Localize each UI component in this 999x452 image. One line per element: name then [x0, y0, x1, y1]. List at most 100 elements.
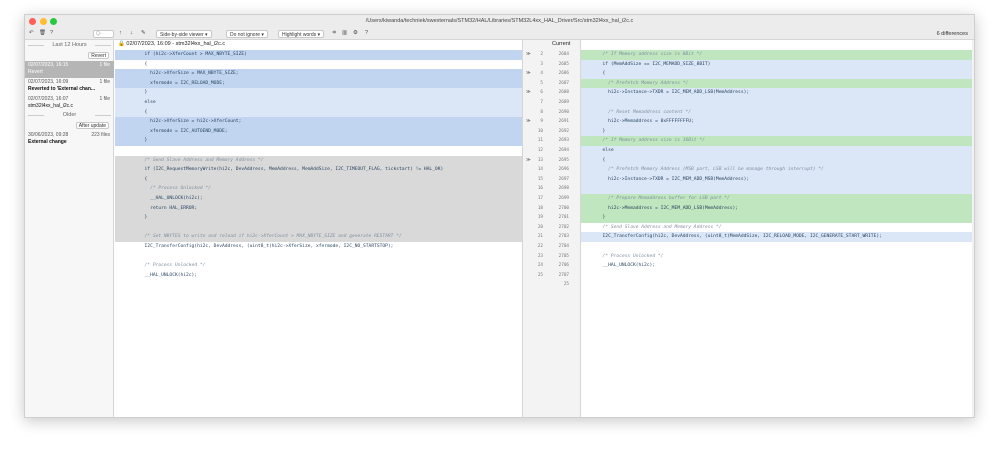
chevron-down-icon: ▾	[205, 31, 208, 38]
code-line: /* Process Unlocked */	[597, 253, 664, 259]
apply-change-icon[interactable]: ≫	[526, 88, 531, 98]
entry-file-count: 1 file	[99, 96, 110, 102]
ignore-mode-label: Do not ignore	[230, 31, 261, 38]
apply-change-icon[interactable]: ≫	[526, 50, 531, 60]
title-bar: /Users/kiwanda/techniek/swexternals/STM3…	[25, 15, 974, 28]
gutter-row: 20 2702	[523, 223, 580, 233]
columns-icon[interactable]: ▥	[342, 29, 347, 38]
right-line-number: 2688	[558, 90, 569, 96]
code-line: hi2c->XferSize = MAX_NBYTE_SIZE;	[115, 69, 522, 79]
ignore-mode-select[interactable]: Do not ignore ▾	[226, 29, 268, 38]
code-line: /* Send Slave Address and Memory Address…	[115, 155, 522, 166]
search-input[interactable]: Q-	[93, 29, 114, 38]
code-line: __HAL_UNLOCK(hi2c);	[139, 272, 198, 278]
gutter-row: ≫ 13 2695	[523, 156, 580, 166]
code-line: if (I2C_RequestMemoryWrite(hi2c, DevAddr…	[115, 165, 522, 175]
apply-change-icon[interactable]: ≫	[526, 117, 531, 127]
right-line-number: 2684	[558, 52, 569, 57]
toolbar: ↶ 🗑 ? Q- ↑ ↓ ✎ Side-by-side viewer ▾ Do …	[25, 28, 974, 40]
code-line	[581, 184, 974, 194]
history-sidebar: Last 12 Hours Revert 02/07/2023, 16:15 1…	[25, 40, 114, 417]
code-line: {	[581, 69, 974, 79]
left-line-number: 9	[540, 119, 543, 125]
left-line-number: 13	[537, 157, 543, 163]
right-line-number: 2706	[558, 263, 569, 269]
gutter-row: 24 2706	[523, 261, 580, 271]
collapse-icon[interactable]: ≑	[332, 29, 337, 38]
code-line: I2C_TransferConfig(hi2c, DevAddress, (ui…	[139, 244, 394, 249]
next-diff-icon[interactable]: ↓	[130, 29, 133, 38]
gutter-row: 15 2697	[523, 175, 580, 185]
code-line: /* Process Unlocked */	[115, 184, 522, 194]
revert-icon[interactable]: ↶	[29, 29, 34, 38]
code-line: /* If Memory address size is 16Bit */	[581, 136, 974, 146]
right-line-number: 2705	[558, 253, 569, 259]
right-line-number: 2703	[558, 234, 569, 240]
code-line: {	[581, 155, 974, 166]
revert-button[interactable]: Revert	[88, 52, 109, 59]
right-line-number: 25	[563, 282, 569, 288]
code-line: __HAL_UNLOCK(hi2c);	[597, 263, 656, 269]
after-update-button[interactable]: After update	[75, 122, 109, 129]
code-line: hi2c->XferSize = hi2c->XferCount;	[115, 117, 522, 127]
group-older: Older	[25, 112, 114, 118]
entry-file-count: 1 file	[99, 79, 110, 85]
delete-icon[interactable]: 🗑	[39, 29, 46, 38]
lock-icon: 🔒	[118, 41, 125, 47]
viewer-mode-select[interactable]: Side-by-side viewer ▾	[156, 29, 212, 38]
entry-date: 02/07/2023, 16:07	[28, 96, 69, 102]
code-line: return HAL_ERROR;	[115, 203, 522, 214]
left-line-number: 20	[537, 224, 543, 230]
right-line-number: 2690	[558, 109, 569, 115]
left-pane-title: 02/07/2023, 16:09 - stm32l4xx_hal_i2c.c	[126, 41, 226, 47]
gutter-row: 18 2700	[523, 204, 580, 214]
help-button[interactable]: ?	[50, 29, 53, 38]
left-line-number: 16	[537, 186, 543, 192]
code-line: /* If Memory address size is 8Bit */	[581, 50, 974, 60]
code-line: hi2c->Instance->TXDR = I2C_MEM_ADD_MSB(M…	[581, 174, 974, 185]
highlight-mode-label: Highlight words	[282, 31, 317, 38]
prev-diff-icon[interactable]: ↑	[119, 29, 122, 38]
code-line: else	[581, 146, 974, 156]
diff-help-button[interactable]: ?	[365, 29, 368, 38]
gutter-row: 8 2690	[523, 108, 580, 118]
apply-change-icon[interactable]: ≫	[526, 156, 531, 166]
history-entry[interactable]: 02/07/2023, 16:15 1 file Revert	[25, 61, 114, 78]
window-title: /Users/kiwanda/techniek/swexternals/STM3…	[365, 18, 634, 24]
highlight-mode-select[interactable]: Highlight words ▾	[278, 29, 325, 38]
history-entry[interactable]: 30/06/2023, 09:28 223 files External cha…	[25, 131, 114, 148]
entry-message: Revert	[28, 69, 43, 75]
right-line-number: 2707	[558, 272, 569, 278]
code-line: xfermode = I2C_RELOAD_MODE;	[115, 78, 522, 89]
left-line-number: 18	[537, 205, 543, 211]
viewer-mode-label: Side-by-side viewer	[160, 31, 204, 38]
left-pane-header: 🔒 02/07/2023, 16:09 - stm32l4xx_hal_i2c.…	[118, 41, 225, 47]
apply-change-icon[interactable]: ≫	[526, 69, 531, 79]
gear-icon[interactable]: ⚙	[353, 29, 358, 38]
chevron-down-icon: ▾	[261, 31, 264, 38]
left-diff-pane[interactable]: 🔒 02/07/2023, 16:09 - stm32l4xx_hal_i2c.…	[115, 40, 522, 417]
code-line: hi2c->Memaddress = 0xFFFFFFFFU;	[581, 117, 974, 127]
entry-message: External change	[28, 139, 67, 145]
history-entry[interactable]: 02/07/2023, 16:07 1 file stm32l4xx_hal_i…	[25, 95, 114, 112]
gutter-row: 11 2693	[523, 136, 580, 146]
history-entry[interactable]: 02/07/2023, 16:09 1 file Reverted to 'Ex…	[25, 78, 114, 95]
edit-icon[interactable]: ✎	[141, 29, 146, 38]
right-diff-pane[interactable]: /* If Memory address size is 8Bit */ if …	[581, 40, 974, 417]
differences-count: 6 differences	[936, 31, 968, 37]
left-line-number: 11	[537, 138, 543, 144]
entry-date: 02/07/2023, 16:15	[28, 62, 69, 68]
left-line-number: 6	[540, 90, 543, 96]
code-line: }	[115, 88, 522, 98]
gutter-row: 25 2707	[523, 271, 580, 281]
gutter-row: 5 2687	[523, 79, 580, 89]
right-line-number: 2699	[558, 196, 569, 201]
right-scrollbar[interactable]	[972, 40, 974, 417]
left-line-number: 22	[537, 244, 543, 249]
code-line: else	[115, 98, 522, 108]
code-line: /* Prefetch Memory Address (MSB part, LS…	[581, 165, 974, 175]
gutter-row: 23 2705	[523, 252, 580, 262]
